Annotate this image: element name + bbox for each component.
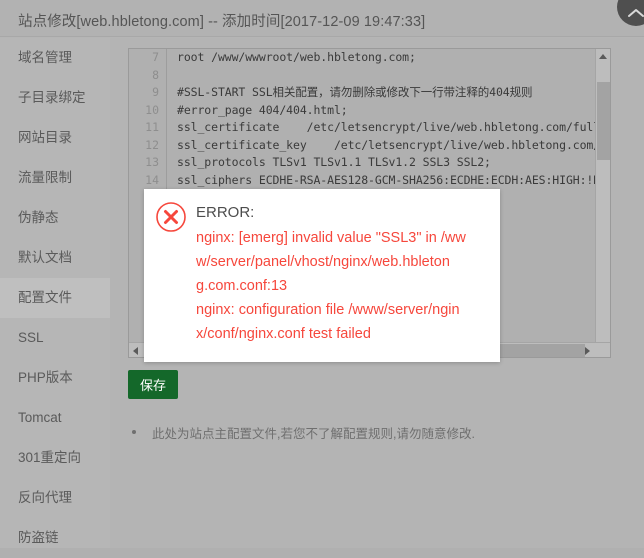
site-modify-dialog: 站点修改[web.hbletong.com] -- 添加时间[2017-12-0… [0, 0, 644, 548]
error-message-line: w/server/panel/vhost/nginx/web.hbleton [196, 254, 450, 270]
sidebar-item-label: SSL [18, 330, 44, 345]
sidebar-item-label: 域名管理 [18, 50, 72, 65]
sidebar-item-label: 网站目录 [18, 130, 72, 145]
code-line: #SSL-START SSL相关配置，请勿删除或修改下一行带注释的404规则 [177, 85, 533, 99]
triangle-up-icon[interactable] [596, 49, 610, 64]
note-text: 此处为站点主配置文件,若您不了解配置规则,请勿随意修改. [152, 427, 475, 441]
bullet-icon [132, 430, 136, 434]
chevron-up-icon [628, 9, 644, 17]
sidebar-item-label: 防盗链 [18, 530, 59, 545]
sidebar-item-label: 子目录绑定 [18, 90, 86, 105]
error-dialog: ERROR: nginx: [emerg] invalid value "SSL… [144, 189, 500, 362]
sidebar-item-domain[interactable]: 域名管理 [0, 38, 110, 78]
config-note: 此处为站点主配置文件,若您不了解配置规则,请勿随意修改. [132, 426, 612, 442]
editor-vertical-scrollbar[interactable] [595, 49, 610, 357]
line-number: 9 [152, 85, 159, 99]
sidebar-item-reverse-proxy[interactable]: 反向代理 [0, 478, 110, 518]
error-heading: ERROR: [196, 204, 255, 221]
line-number: 14 [145, 172, 159, 187]
sidebar-item-ssl[interactable]: SSL [0, 318, 110, 358]
sidebar-item-subdir[interactable]: 子目录绑定 [0, 78, 110, 118]
scrollbar-thumb-vertical[interactable] [597, 82, 610, 160]
triangle-right-icon[interactable] [580, 343, 594, 357]
triangle-left-icon[interactable] [129, 343, 143, 357]
line-number: 7 [152, 50, 159, 64]
error-dialog-body: ERROR: nginx: [emerg] invalid value "SSL… [196, 202, 490, 346]
sidebar-item-label: 反向代理 [18, 490, 72, 505]
line-number: 12 [145, 137, 159, 152]
sidebar-item-label: 伪静态 [18, 210, 59, 225]
error-circle-x-icon [156, 202, 186, 232]
code-line: #error_page 404/404.html; [177, 102, 348, 117]
sidebar-item-label: 301重定向 [18, 450, 82, 465]
code-line: ssl_ciphers ECDHE-RSA-AES128-GCM-SHA256:… [177, 172, 610, 187]
sidebar-item-rewrite[interactable]: 伪静态 [0, 198, 110, 238]
sidebar-item-label: 流量限制 [18, 170, 72, 185]
sidebar-item-label: 配置文件 [18, 290, 72, 305]
error-message-line: nginx: [emerg] invalid value "SSL3" in /… [196, 230, 466, 246]
sidebar: 域名管理 子目录绑定 网站目录 流量限制 伪静态 默认文档 配置文件 SSL P… [0, 38, 110, 548]
save-button[interactable]: 保存 [128, 370, 178, 399]
line-number: 11 [145, 120, 159, 134]
sidebar-item-config-file[interactable]: 配置文件 [0, 278, 110, 318]
line-number: 13 [145, 155, 159, 169]
sidebar-item-default-doc[interactable]: 默认文档 [0, 238, 110, 278]
code-line: ssl_certificate /etc/letsencrypt/live/we… [177, 120, 610, 134]
sidebar-item-php-version[interactable]: PHP版本 [0, 358, 110, 398]
error-message-line: nginx: configuration file /www/server/ng… [196, 302, 460, 318]
sidebar-item-traffic-limit[interactable]: 流量限制 [0, 158, 110, 198]
sidebar-item-label: Tomcat [18, 410, 62, 425]
dialog-titlebar: 站点修改[web.hbletong.com] -- 添加时间[2017-12-0… [0, 0, 644, 37]
error-message-line: x/conf/nginx.conf test failed [196, 326, 371, 342]
code-line: ssl_protocols TLSv1 TLSv1.1 TLSv1.2 SSL3… [177, 155, 491, 169]
error-message-line: g.com.conf:13 [196, 278, 288, 294]
sidebar-item-tomcat[interactable]: Tomcat [0, 398, 110, 438]
sidebar-item-label: 默认文档 [18, 250, 72, 265]
sidebar-item-label: PHP版本 [18, 370, 73, 385]
line-number: 8 [152, 67, 159, 82]
sidebar-item-anti-leech[interactable]: 防盗链 [0, 518, 110, 558]
sidebar-item-webdir[interactable]: 网站目录 [0, 118, 110, 158]
code-line: root /www/wwwroot/web.hbletong.com; [177, 50, 416, 64]
page-title: 站点修改[web.hbletong.com] -- 添加时间[2017-12-0… [18, 14, 426, 30]
code-line: ssl_certificate_key /etc/letsencrypt/liv… [177, 137, 610, 152]
sidebar-item-301-redirect[interactable]: 301重定向 [0, 438, 110, 478]
line-number: 10 [145, 102, 159, 117]
